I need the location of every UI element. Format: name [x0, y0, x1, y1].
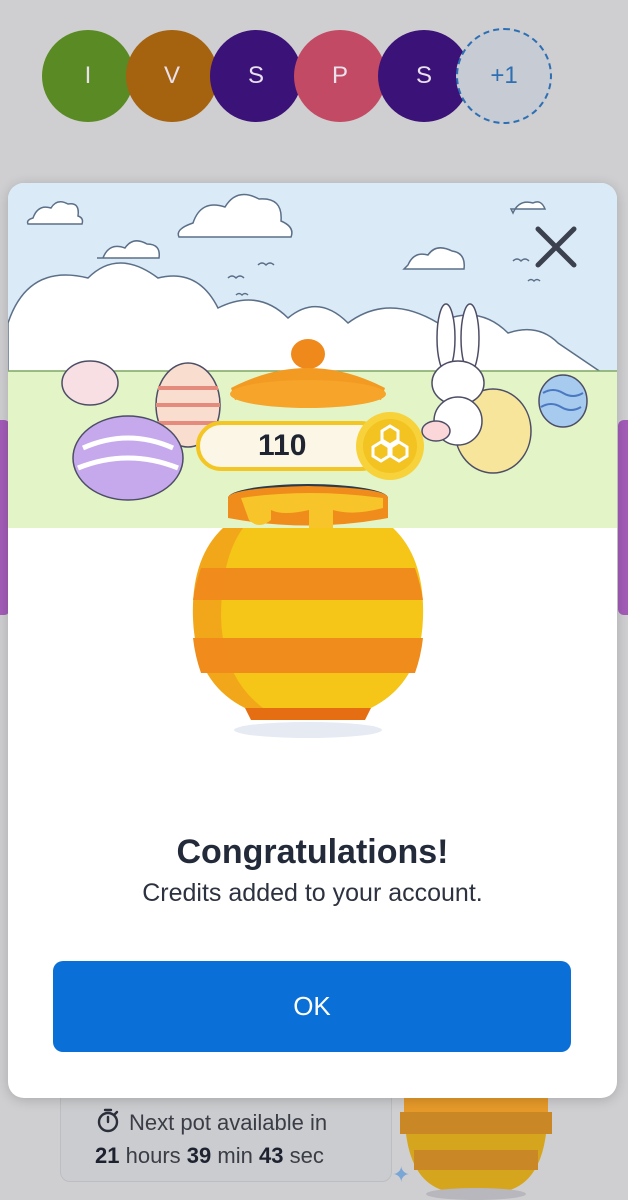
- avatar[interactable]: P: [294, 30, 386, 122]
- reward-modal: 110 Congratulations! Credits added to yo…: [8, 183, 617, 1098]
- avatar[interactable]: S: [210, 30, 302, 122]
- honey-pot-icon: [400, 1090, 552, 1200]
- modal-title: Congratulations!: [176, 833, 449, 871]
- sparkle-icon: ✦: [392, 1162, 411, 1187]
- participant-avatars: I V S P S +1: [42, 28, 562, 124]
- timer-label: Next pot available in: [129, 1110, 328, 1135]
- modal-subtitle: Credits added to your account.: [142, 879, 483, 907]
- avatar[interactable]: I: [42, 30, 134, 122]
- close-button[interactable]: [528, 219, 584, 275]
- avatar[interactable]: V: [126, 30, 218, 122]
- background-card-edge: [618, 420, 628, 615]
- honey-pot-icon: [192, 339, 424, 738]
- credits-amount: 110: [258, 429, 307, 462]
- more-participants-badge[interactable]: +1: [456, 28, 552, 124]
- stopwatch-icon: [95, 1107, 121, 1139]
- timer-countdown: 21 hours 39 min 43 sec: [95, 1143, 324, 1168]
- honeycomb-coin-icon: [356, 412, 424, 480]
- close-icon: [535, 226, 577, 268]
- ok-button[interactable]: OK: [53, 961, 571, 1052]
